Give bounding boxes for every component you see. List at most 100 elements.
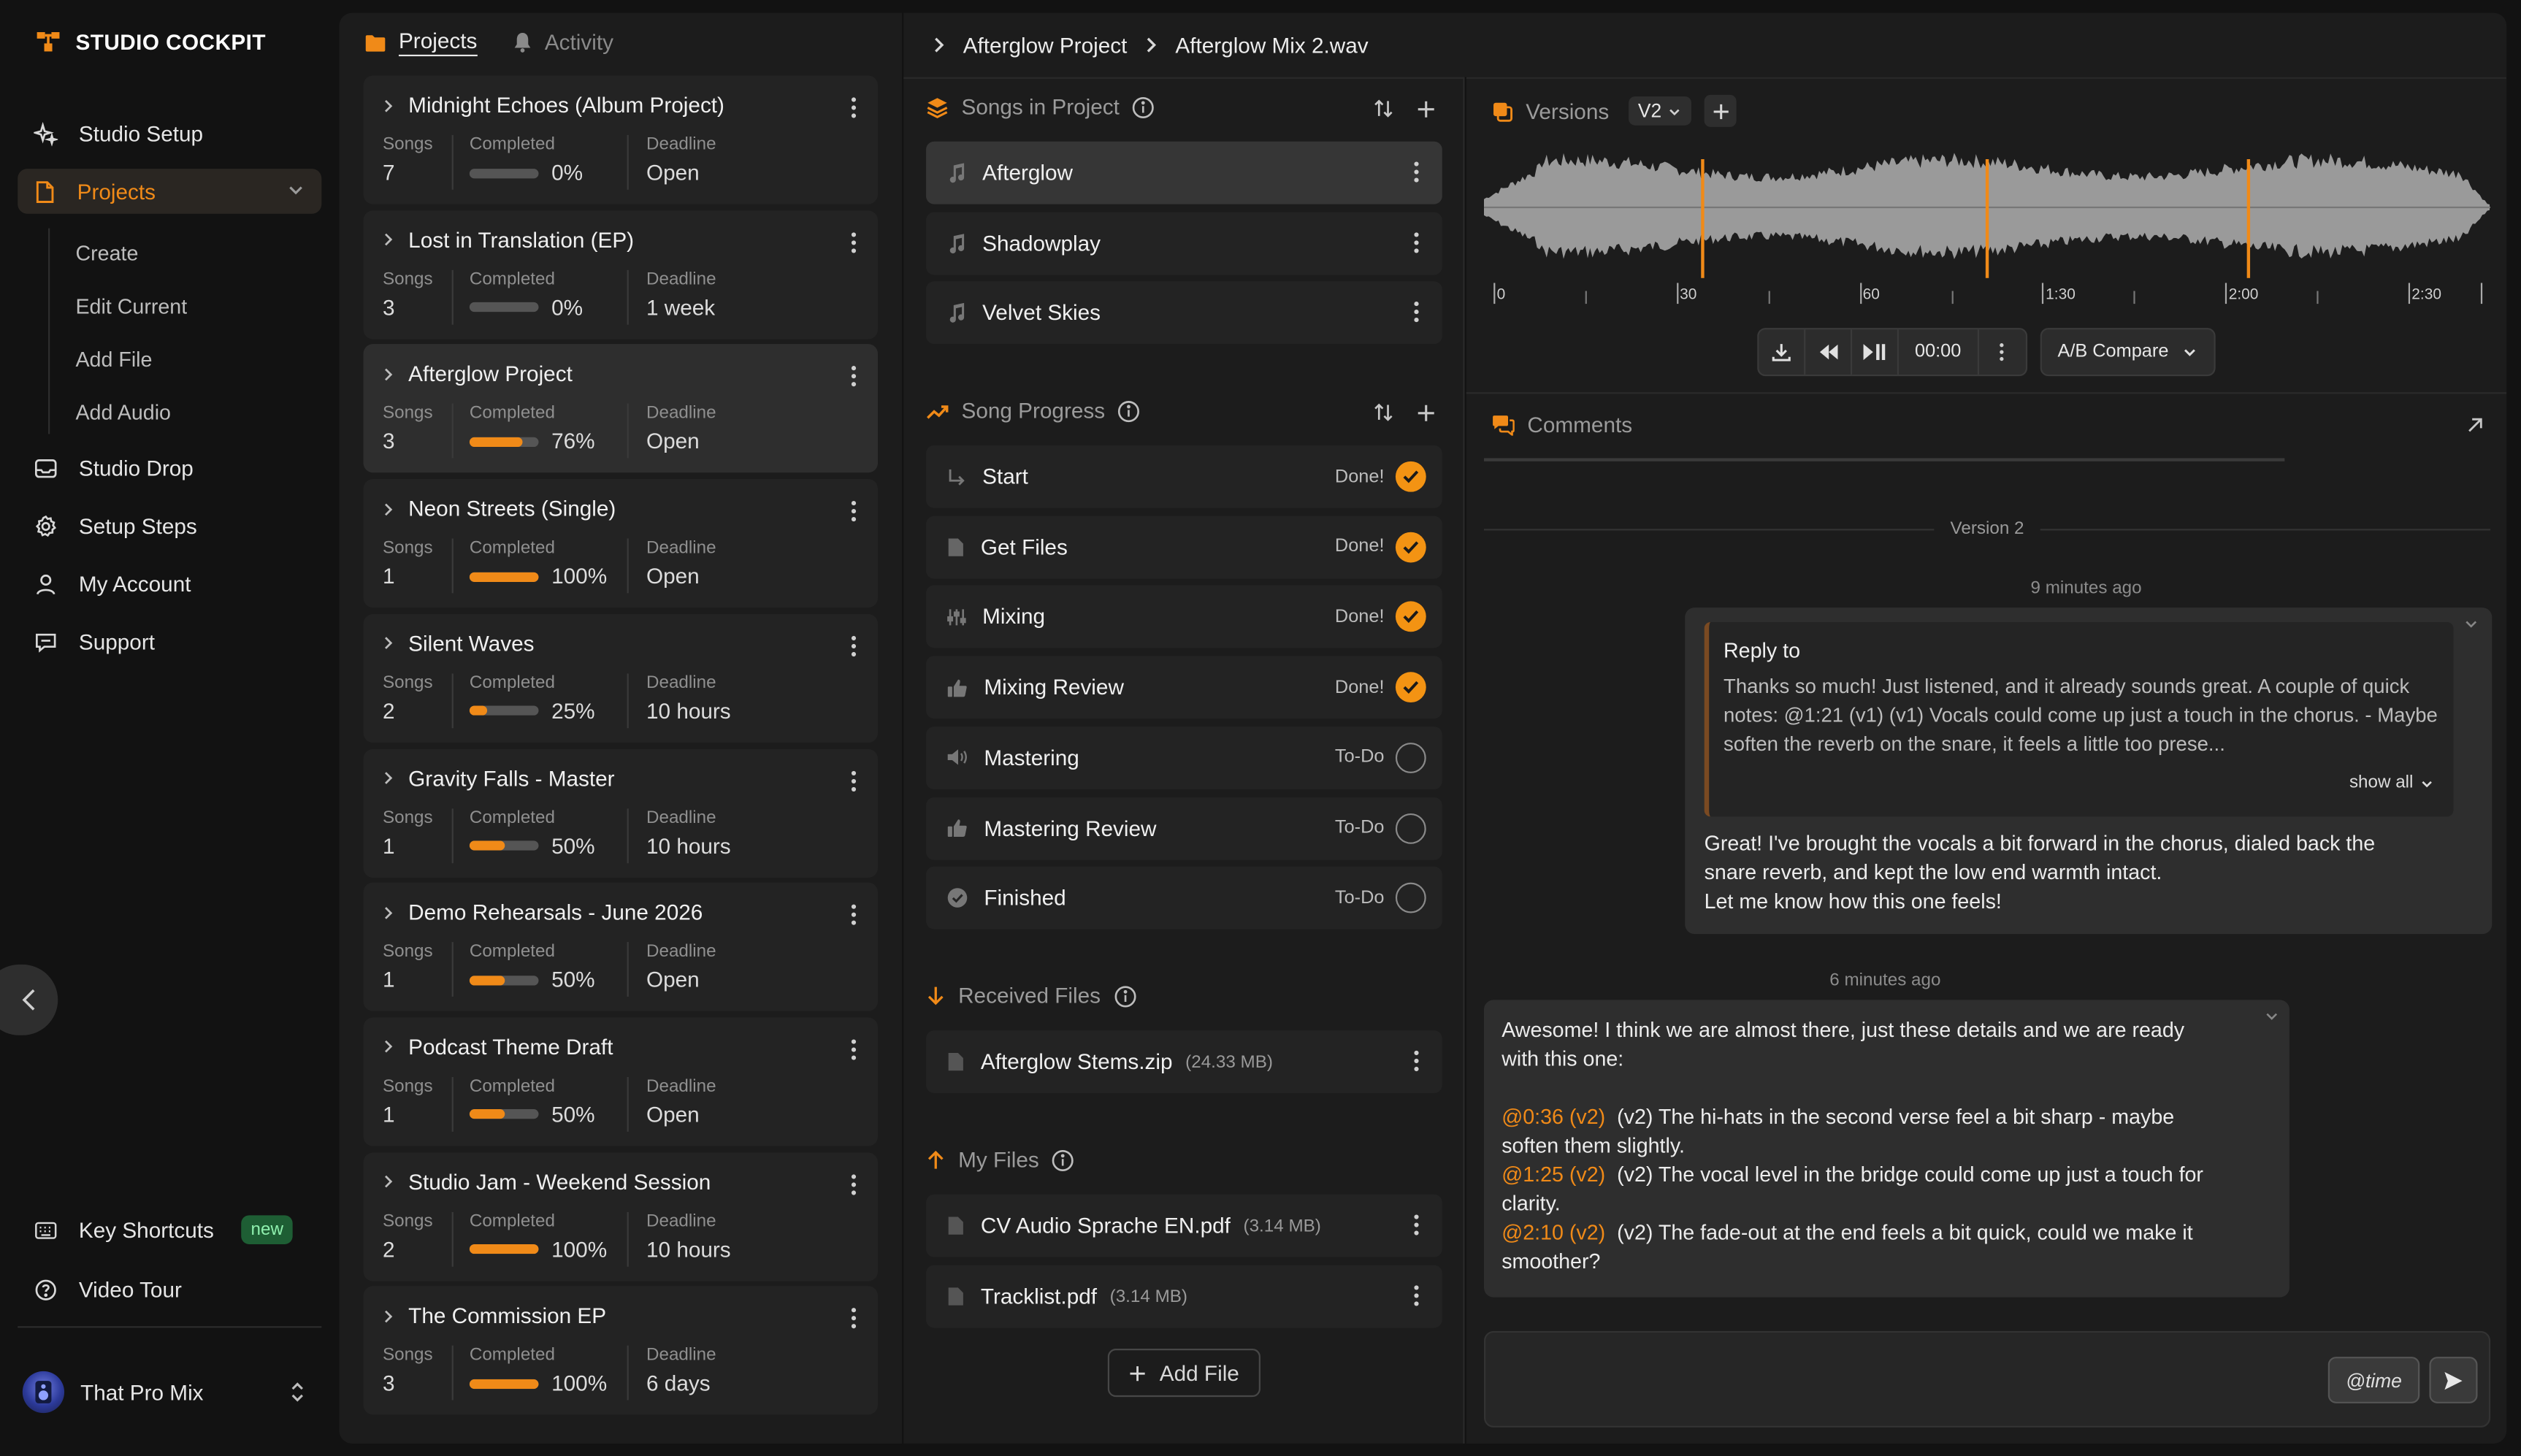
timestamp-link[interactable]: @1:25 (v2) — [1501, 1162, 1605, 1187]
song-row[interactable]: Afterglow — [926, 141, 1442, 204]
more-vertical-icon[interactable] — [1413, 302, 1420, 324]
timestamp-link[interactable]: @0:36 (v2) — [1501, 1104, 1605, 1128]
more-vertical-icon[interactable] — [851, 1307, 857, 1330]
show-all-button[interactable]: show all — [2349, 768, 2434, 797]
chevron-down-icon[interactable] — [286, 180, 305, 199]
tab-activity[interactable]: Activity — [513, 29, 613, 56]
chevron-down-icon[interactable] — [2463, 616, 2479, 632]
ab-compare-button[interactable]: A/B Compare — [2040, 328, 2216, 377]
subnav-edit-current[interactable]: Edit Current — [75, 294, 187, 318]
project-card[interactable]: Midnight Echoes (Album Project) Songs 7 Com… — [363, 75, 879, 204]
sidebar-item-setup-steps[interactable]: Setup Steps — [18, 503, 321, 548]
project-card[interactable]: Studio Jam - Weekend Session Songs 2 Comple… — [363, 1152, 879, 1281]
chevron-right-icon[interactable] — [383, 770, 394, 786]
subnav-add-file[interactable]: Add File — [75, 348, 152, 372]
more-vertical-icon[interactable] — [851, 366, 857, 388]
progress-step[interactable]: Mixing Review Done! — [926, 656, 1442, 719]
progress-step[interactable]: Start Done! — [926, 445, 1442, 508]
check-empty-icon[interactable] — [1395, 812, 1426, 843]
progress-step[interactable]: Mastering To-Do — [926, 726, 1442, 789]
sidebar-item-my-account[interactable]: My Account — [18, 561, 321, 606]
check-done-icon[interactable] — [1395, 532, 1426, 562]
more-vertical-icon[interactable] — [1413, 231, 1420, 253]
chevron-right-icon[interactable] — [383, 97, 394, 113]
check-done-icon[interactable] — [1395, 461, 1426, 492]
more-vertical-icon[interactable] — [1413, 1050, 1420, 1073]
more-vertical-icon[interactable] — [851, 1038, 857, 1061]
chevron-right-icon[interactable] — [383, 1309, 394, 1325]
progress-step[interactable]: Mixing Done! — [926, 586, 1442, 649]
plus-icon[interactable] — [1417, 402, 1436, 423]
timestamp-link[interactable]: @2:10 (v2) — [1501, 1220, 1605, 1244]
collapse-sidebar-button[interactable] — [0, 964, 58, 1035]
subnav-add-audio[interactable]: Add Audio — [75, 400, 171, 424]
comment-composer[interactable]: @time — [1483, 1330, 2491, 1428]
song-row[interactable]: Shadowplay — [926, 211, 1442, 275]
more-vertical-icon[interactable] — [1413, 1214, 1420, 1236]
play-pause-button[interactable] — [1852, 329, 1899, 375]
more-vertical-icon[interactable] — [1413, 1284, 1420, 1307]
plus-icon[interactable] — [1417, 98, 1436, 119]
chevron-right-icon[interactable] — [383, 501, 394, 517]
rewind-button[interactable] — [1805, 329, 1853, 375]
check-done-icon[interactable] — [1395, 602, 1426, 633]
more-vertical-icon[interactable] — [851, 769, 857, 792]
song-row[interactable]: Velvet Skies — [926, 282, 1442, 345]
check-done-icon[interactable] — [1395, 672, 1426, 703]
sidebar-item-key-shortcuts[interactable]: Key Shortcuts new — [18, 1207, 321, 1252]
project-card[interactable]: Gravity Falls - Master Songs 1 Completed 50%… — [363, 748, 879, 877]
chevron-right-icon[interactable] — [383, 905, 394, 921]
chevron-right-icon[interactable] — [383, 635, 394, 651]
project-card[interactable]: Demo Rehearsals - June 2026 Songs 1 Complet… — [363, 883, 879, 1012]
sidebar-item-video-tour[interactable]: Video Tour — [18, 1267, 321, 1312]
sidebar-item-support[interactable]: Support — [18, 619, 321, 664]
more-vertical-icon[interactable] — [851, 231, 857, 253]
info-icon[interactable] — [1052, 1149, 1074, 1171]
subnav-create[interactable]: Create — [75, 241, 138, 265]
tab-projects[interactable]: Projects — [365, 29, 478, 57]
more-options-button[interactable] — [1979, 329, 2026, 375]
file-row[interactable]: Afterglow Stems.zip (24.33 MB) — [926, 1030, 1442, 1094]
more-vertical-icon[interactable] — [851, 500, 857, 523]
chevron-down-icon[interactable] — [2264, 1008, 2280, 1024]
sidebar-item-projects[interactable]: Projects — [18, 169, 322, 214]
check-empty-icon[interactable] — [1395, 742, 1426, 773]
progress-step[interactable]: Get Files Done! — [926, 515, 1442, 578]
info-icon[interactable] — [1133, 96, 1155, 118]
chevron-right-icon[interactable] — [383, 367, 394, 383]
more-vertical-icon[interactable] — [851, 635, 857, 657]
file-row[interactable]: Tracklist.pdf (3.14 MB) — [926, 1265, 1442, 1328]
send-button[interactable] — [2429, 1357, 2478, 1403]
brand[interactable]: STUDIO COCKPIT — [35, 29, 266, 55]
sidebar-item-studio-drop[interactable]: Studio Drop — [18, 445, 321, 491]
chevron-right-icon[interactable] — [383, 231, 394, 248]
more-vertical-icon[interactable] — [851, 1173, 857, 1195]
breadcrumb-project[interactable]: Afterglow Project — [963, 33, 1128, 57]
version-select[interactable]: V2 — [1628, 96, 1693, 126]
sort-icon[interactable] — [1373, 98, 1394, 119]
add-version-button[interactable] — [1705, 94, 1737, 127]
file-row[interactable]: CV Audio Sprache EN.pdf (3.14 MB) — [926, 1194, 1442, 1257]
sort-icon[interactable] — [1373, 402, 1394, 423]
more-vertical-icon[interactable] — [851, 904, 857, 927]
insert-time-button[interactable]: @time — [2327, 1357, 2420, 1403]
info-icon[interactable] — [1118, 399, 1141, 422]
account-switcher[interactable]: That Pro Mix — [22, 1368, 321, 1416]
timeline-ruler[interactable]: 0 30 60 1:30 2:00 2:30 — [1484, 278, 2490, 310]
project-card[interactable]: The Commission EP Songs 3 Completed 100% Dead… — [363, 1286, 879, 1415]
project-card[interactable]: Podcast Theme Draft Songs 1 Completed 50% Dea… — [363, 1017, 879, 1146]
add-file-button[interactable]: Add File — [1107, 1349, 1260, 1398]
sidebar-item-studio-setup[interactable]: Studio Setup — [18, 111, 321, 156]
project-card[interactable]: Afterglow Project Songs 3 Completed 76% Deadl… — [363, 344, 879, 474]
chevron-right-icon[interactable] — [383, 1173, 394, 1189]
progress-step[interactable]: Finished To-Do — [926, 867, 1442, 930]
project-card[interactable]: Lost in Translation (EP) Songs 3 Completed 0… — [363, 210, 879, 339]
more-vertical-icon[interactable] — [851, 96, 857, 119]
project-card[interactable]: Silent Waves Songs 2 Completed 25% Deadline 10… — [363, 613, 879, 743]
project-card[interactable]: Neon Streets (Single) Songs 1 Completed 100%… — [363, 479, 879, 608]
info-icon[interactable] — [1114, 984, 1136, 1007]
progress-step[interactable]: Mastering Review To-Do — [926, 796, 1442, 859]
download-button[interactable] — [1759, 329, 1806, 375]
chevron-right-icon[interactable] — [383, 1039, 394, 1055]
breadcrumb-file[interactable]: Afterglow Mix 2.wav — [1175, 33, 1368, 57]
